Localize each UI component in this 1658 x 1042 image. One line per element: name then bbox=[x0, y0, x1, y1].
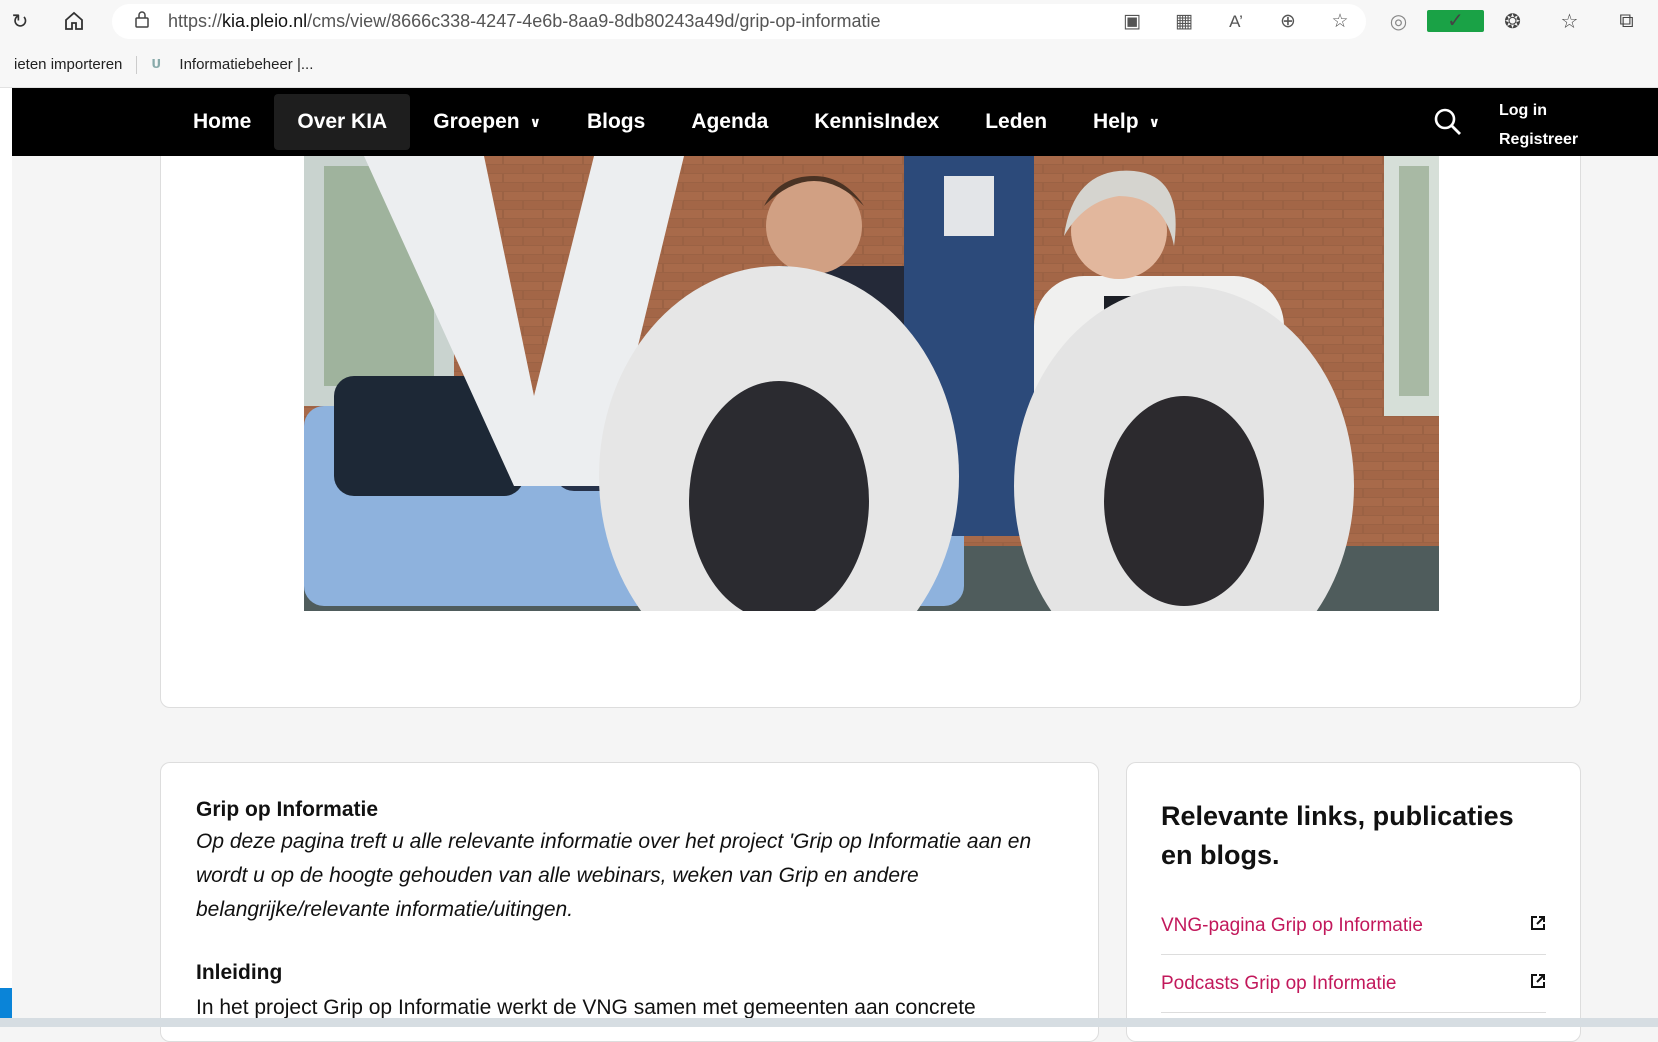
qr-code-icon[interactable]: ▦ bbox=[1158, 10, 1210, 33]
url-host: kia.pleio.nl bbox=[222, 11, 308, 31]
nav-groepen[interactable]: Groepen ∨ bbox=[410, 94, 564, 150]
copilot-icon[interactable]: ◎ bbox=[1370, 9, 1427, 34]
article-intro: Op deze pagina treft u alle relevante in… bbox=[196, 830, 1032, 921]
nav-agenda[interactable]: Agenda bbox=[668, 94, 791, 150]
article-subheading: Inleiding bbox=[196, 961, 283, 984]
nav-home[interactable]: Home bbox=[170, 94, 274, 150]
external-link-icon bbox=[1530, 973, 1546, 995]
address-bar[interactable]: https://kia.pleio.nl/cms/view/8666c338-4… bbox=[112, 4, 1366, 39]
external-link-icon bbox=[1530, 915, 1546, 937]
favorite-star-icon[interactable]: ☆ bbox=[1314, 10, 1366, 33]
url-prefix: https:// bbox=[168, 11, 223, 31]
extensions-icon[interactable]: ❂ bbox=[1484, 9, 1541, 34]
login-link[interactable]: Log in bbox=[1499, 96, 1578, 125]
related-links-title: Relevante links, publicaties en blogs. bbox=[1161, 801, 1514, 870]
zoom-icon[interactable]: ⊕ bbox=[1262, 10, 1314, 33]
nav-help[interactable]: Help ∨ bbox=[1070, 94, 1183, 150]
lock-icon bbox=[134, 10, 150, 33]
bookmark-informatiebeheer[interactable]: 𝗨 Informatiebeheer |... bbox=[137, 56, 327, 73]
home-icon[interactable] bbox=[58, 5, 90, 37]
hero-image bbox=[304, 156, 1439, 611]
related-links-card: Relevante links, publicaties en blogs. V… bbox=[1126, 762, 1581, 1042]
nav-blogs[interactable]: Blogs bbox=[564, 94, 668, 150]
browser-toolbar: ↻ https://kia.pleio.nl/cms/view/8666c338… bbox=[0, 0, 1658, 42]
favorites-icon[interactable]: ☆ bbox=[1541, 9, 1598, 34]
bookmarks-bar: ieten importeren 𝗨 Informatiebeheer |... bbox=[0, 42, 1658, 88]
chevron-down-icon: ∨ bbox=[1148, 113, 1160, 130]
nav-over-kia[interactable]: Over KIA bbox=[274, 94, 411, 150]
search-icon[interactable] bbox=[1432, 106, 1464, 138]
app-available-icon[interactable]: ▣ bbox=[1106, 10, 1158, 33]
article-heading: Grip op Informatie bbox=[196, 798, 379, 821]
checkmark-extension-icon[interactable]: ✓ bbox=[1427, 10, 1484, 33]
bookmark-import[interactable]: ieten importeren bbox=[0, 56, 136, 73]
bookmark-favicon-icon: 𝗨 bbox=[151, 56, 162, 71]
refresh-icon[interactable]: ↻ bbox=[4, 5, 36, 37]
collections-icon[interactable]: ⧉ bbox=[1598, 10, 1655, 33]
nav-leden[interactable]: Leden bbox=[962, 94, 1070, 150]
read-aloud-icon[interactable]: A’ bbox=[1210, 12, 1262, 32]
register-link[interactable]: Registreer bbox=[1499, 125, 1578, 154]
link-podcasts[interactable]: Podcasts Grip op Informatie bbox=[1161, 955, 1546, 1013]
link-vng-pagina[interactable]: VNG-pagina Grip op Informatie bbox=[1161, 897, 1546, 955]
left-panel-edge bbox=[0, 88, 12, 1027]
url-path: /cms/view/8666c338-4247-4e6b-8aa9-8db802… bbox=[307, 11, 881, 31]
bottom-scroll-strip bbox=[0, 1018, 1658, 1027]
article-card: Grip op Informatie Op deze pagina treft … bbox=[160, 762, 1099, 1042]
nav-kennisindex[interactable]: KennisIndex bbox=[791, 94, 962, 150]
site-navigation: Home Over KIA Groepen ∨ Blogs Agenda Kenn… bbox=[12, 88, 1658, 156]
chevron-down-icon: ∨ bbox=[529, 113, 541, 130]
